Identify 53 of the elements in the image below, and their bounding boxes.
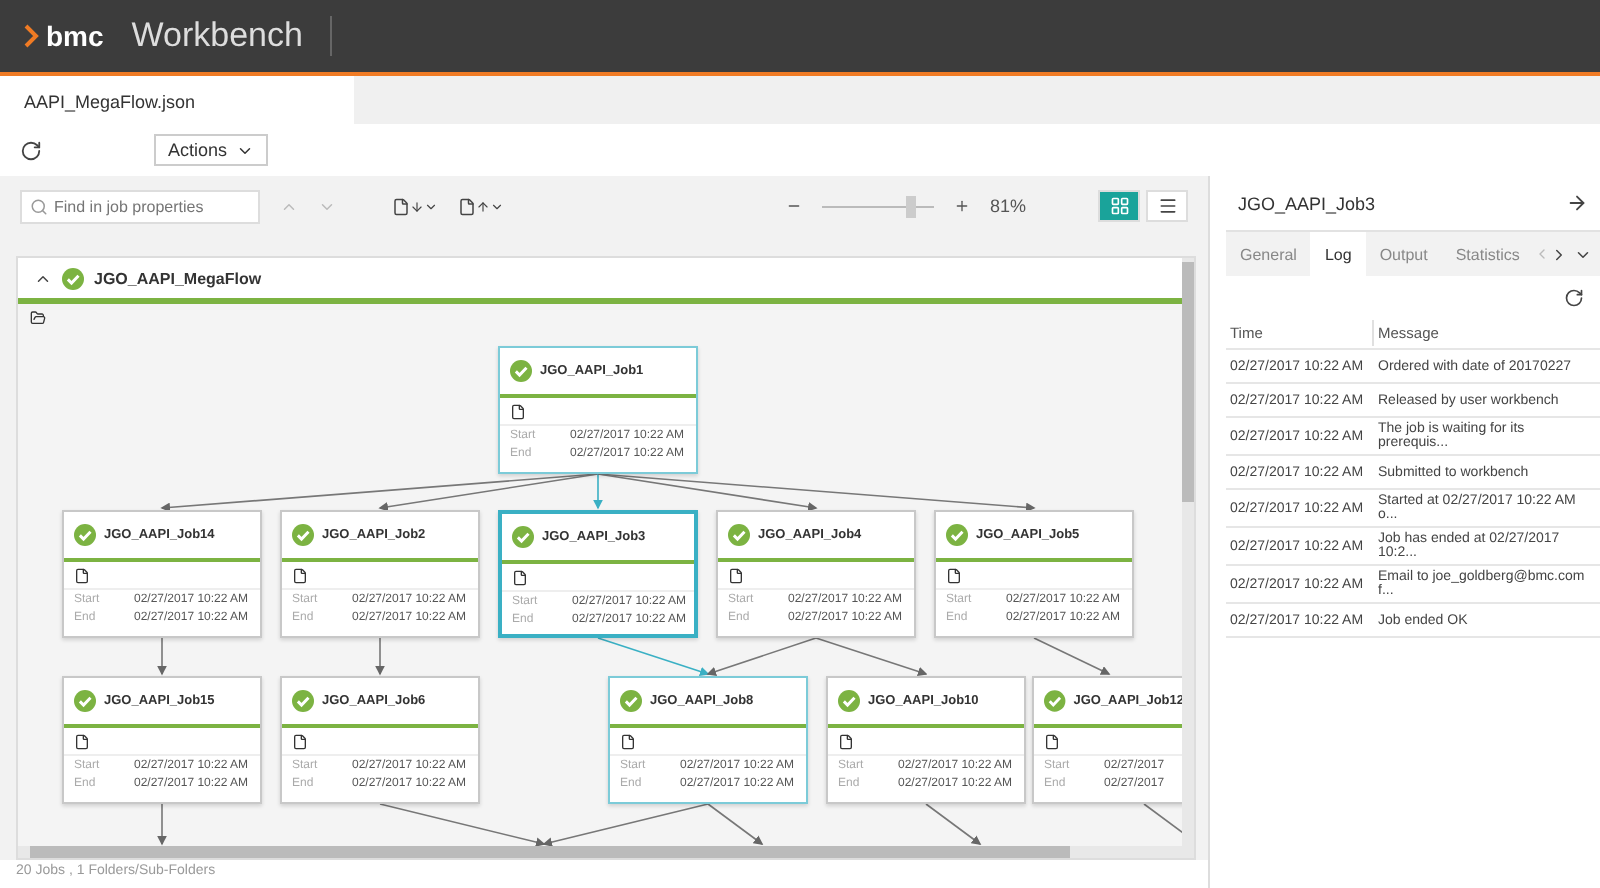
status-check-icon (292, 690, 314, 712)
status-check-icon (1044, 690, 1066, 712)
connector-arrow (815, 637, 928, 677)
panel-tab[interactable]: Log (1310, 232, 1366, 276)
document-icon (292, 733, 308, 749)
folder-icon (30, 310, 46, 326)
search-field[interactable]: Find in job properties (54, 191, 258, 221)
document-icon (510, 403, 526, 419)
brand-logo: bmc (24, 20, 104, 52)
status-check-icon (292, 524, 314, 546)
connector-arrow (597, 637, 710, 677)
status-check-icon (74, 690, 96, 712)
grid-icon (1109, 196, 1129, 216)
status-check-icon (728, 524, 750, 546)
status-check-icon (512, 526, 534, 548)
search-box[interactable]: Find in job properties (20, 189, 260, 223)
file-tab[interactable]: AAPI_MegaFlow.json (0, 76, 354, 124)
zoom-in-icon[interactable] (953, 198, 970, 214)
search-icon (30, 197, 48, 215)
zoom-thumb[interactable] (905, 195, 916, 217)
document-icon (946, 567, 962, 583)
list-view-button[interactable] (1146, 190, 1188, 222)
app-title: Workbench (131, 16, 333, 56)
document-icon (292, 567, 308, 583)
refresh-icon[interactable] (1564, 288, 1584, 308)
refresh-icon[interactable] (20, 139, 42, 161)
connector-arrow (925, 803, 982, 845)
zoom-reading: 81% (989, 196, 1026, 216)
actions-button[interactable]: Actions (154, 134, 268, 166)
status-check-icon (620, 690, 642, 712)
status-check-icon (510, 360, 532, 382)
status-check-icon (838, 690, 860, 712)
document-icon (728, 567, 744, 583)
menu-icon (1157, 196, 1177, 216)
import-icon[interactable] (392, 197, 438, 215)
document-icon (1044, 733, 1060, 749)
connector-arrow (1033, 637, 1111, 675)
panel-title: JGO_AAPI_Job3 (1238, 193, 1376, 213)
connector-arrow (157, 637, 167, 676)
document-icon (74, 567, 90, 583)
document-icon (838, 733, 854, 749)
status-check-icon (946, 524, 968, 546)
flow-name: JGO_AAPI_MegaFlow (94, 269, 262, 287)
export-icon[interactable] (458, 197, 504, 215)
arrow-right-icon[interactable] (1566, 192, 1588, 214)
connector-arrow (706, 637, 817, 676)
connector-arrow (157, 803, 167, 846)
status-check-icon (74, 524, 96, 546)
document-icon (74, 733, 90, 749)
status-check-icon (62, 267, 84, 289)
document-icon (512, 569, 528, 585)
document-icon (620, 733, 636, 749)
connector-arrow (375, 637, 385, 676)
